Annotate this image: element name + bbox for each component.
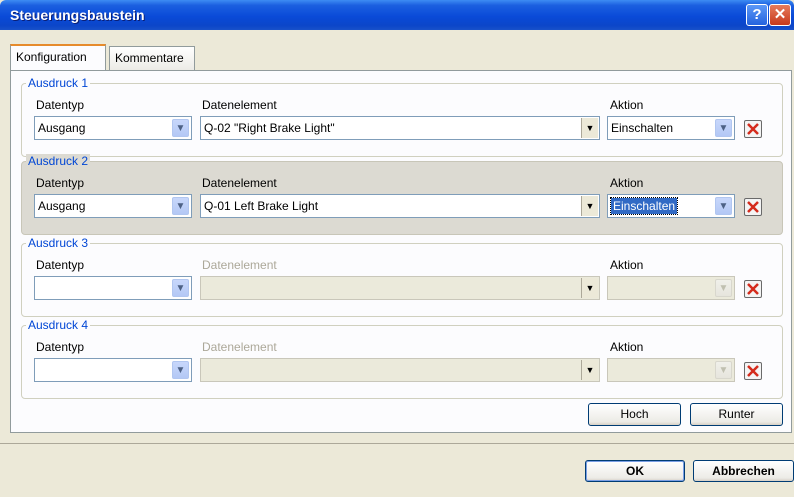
aktion-combo: ▼: [607, 358, 735, 382]
chevron-down-icon[interactable]: ▼: [172, 119, 189, 137]
aktion-value: Einschalten: [609, 197, 679, 215]
group-legend: Ausdruck 4: [26, 318, 91, 332]
datentyp-combo[interactable]: ▼: [34, 276, 192, 300]
delete-icon: [747, 365, 759, 377]
datentyp-label: Datentyp: [36, 340, 85, 354]
title-bar[interactable]: Steuerungsbaustein ? ✕: [0, 0, 794, 30]
chevron-down-icon[interactable]: ▼: [715, 119, 732, 137]
aktion-label: Aktion: [610, 98, 644, 112]
datentyp-value: Ausgang: [38, 121, 86, 135]
chevron-down-icon[interactable]: ▼: [172, 279, 189, 297]
chevron-down-icon[interactable]: ▼: [715, 197, 732, 215]
help-button[interactable]: ?: [746, 4, 768, 26]
aktion-label: Aktion: [610, 176, 644, 190]
delete-button[interactable]: [744, 280, 762, 298]
close-icon: ✕: [773, 6, 787, 23]
group-legend: Ausdruck 3: [26, 236, 91, 250]
close-button[interactable]: ✕: [769, 4, 791, 26]
datentyp-combo[interactable]: ▼: [34, 358, 192, 382]
tab-panel: Ausdruck 1 Datentyp Datenelement Aktion …: [10, 70, 792, 433]
help-icon: ?: [752, 6, 762, 23]
delete-button[interactable]: [744, 120, 762, 138]
move-down-button[interactable]: Runter: [690, 403, 783, 426]
datenelement-combo: ▼: [200, 358, 600, 382]
delete-icon: [747, 283, 759, 295]
delete-button[interactable]: [744, 198, 762, 216]
footer-divider: [0, 443, 794, 444]
delete-button[interactable]: [744, 362, 762, 380]
chevron-down-icon[interactable]: ▼: [172, 361, 189, 379]
datentyp-combo[interactable]: Ausgang ▼: [34, 116, 192, 140]
datentyp-value: Ausgang: [38, 199, 86, 213]
chevron-down-icon: ▼: [715, 361, 732, 379]
expression-group-3[interactable]: Ausdruck 3 Datentyp Datenelement Aktion …: [21, 236, 783, 317]
chevron-down-icon[interactable]: ▼: [172, 197, 189, 215]
window-title: Steuerungsbaustein: [10, 7, 145, 23]
datenelement-label: Datenelement: [202, 98, 277, 112]
cancel-button[interactable]: Abbrechen: [693, 460, 794, 482]
aktion-label: Aktion: [610, 258, 644, 272]
datenelement-combo: ▼: [200, 276, 600, 300]
dialog-window: Steuerungsbaustein ? ✕ Konfiguration Kom…: [0, 0, 794, 497]
expression-group-2[interactable]: Ausdruck 2 Datentyp Datenelement Aktion …: [21, 154, 783, 235]
aktion-combo: ▼: [607, 276, 735, 300]
ok-button[interactable]: OK: [585, 460, 685, 482]
datenelement-combo[interactable]: Q-01 Left Brake Light ▼: [200, 194, 600, 218]
dropdown-arrow-icon: ▼: [581, 278, 598, 298]
datenelement-label: Datenelement: [202, 340, 277, 354]
datenelement-label: Datenelement: [202, 176, 277, 190]
datenelement-combo[interactable]: Q-02 "Right Brake Light" ▼: [200, 116, 600, 140]
chevron-down-icon: ▼: [715, 279, 732, 297]
dropdown-arrow-icon: ▼: [581, 360, 598, 380]
datentyp-label: Datentyp: [36, 176, 85, 190]
datenelement-value: Q-01 Left Brake Light: [204, 199, 319, 213]
datentyp-label: Datentyp: [36, 258, 85, 272]
datentyp-label: Datentyp: [36, 98, 85, 112]
delete-icon: [747, 123, 759, 135]
dropdown-arrow-icon[interactable]: ▼: [581, 118, 598, 138]
delete-icon: [747, 201, 759, 213]
dropdown-arrow-icon[interactable]: ▼: [581, 196, 598, 216]
aktion-value: Einschalten: [611, 121, 674, 135]
tab-kommentare[interactable]: Kommentare: [109, 46, 195, 70]
expression-group-1[interactable]: Ausdruck 1 Datentyp Datenelement Aktion …: [21, 76, 783, 157]
datenelement-label: Datenelement: [202, 258, 277, 272]
tab-konfiguration[interactable]: Konfiguration: [10, 44, 106, 70]
move-up-button[interactable]: Hoch: [588, 403, 681, 426]
aktion-combo[interactable]: Einschalten ▼: [607, 116, 735, 140]
aktion-label: Aktion: [610, 340, 644, 354]
group-legend: Ausdruck 2: [26, 154, 91, 168]
datentyp-combo[interactable]: Ausgang ▼: [34, 194, 192, 218]
datenelement-value: Q-02 "Right Brake Light": [204, 121, 335, 135]
aktion-combo[interactable]: Einschalten ▼: [607, 194, 735, 218]
expression-group-4[interactable]: Ausdruck 4 Datentyp Datenelement Aktion …: [21, 318, 783, 399]
group-legend: Ausdruck 1: [26, 76, 91, 90]
